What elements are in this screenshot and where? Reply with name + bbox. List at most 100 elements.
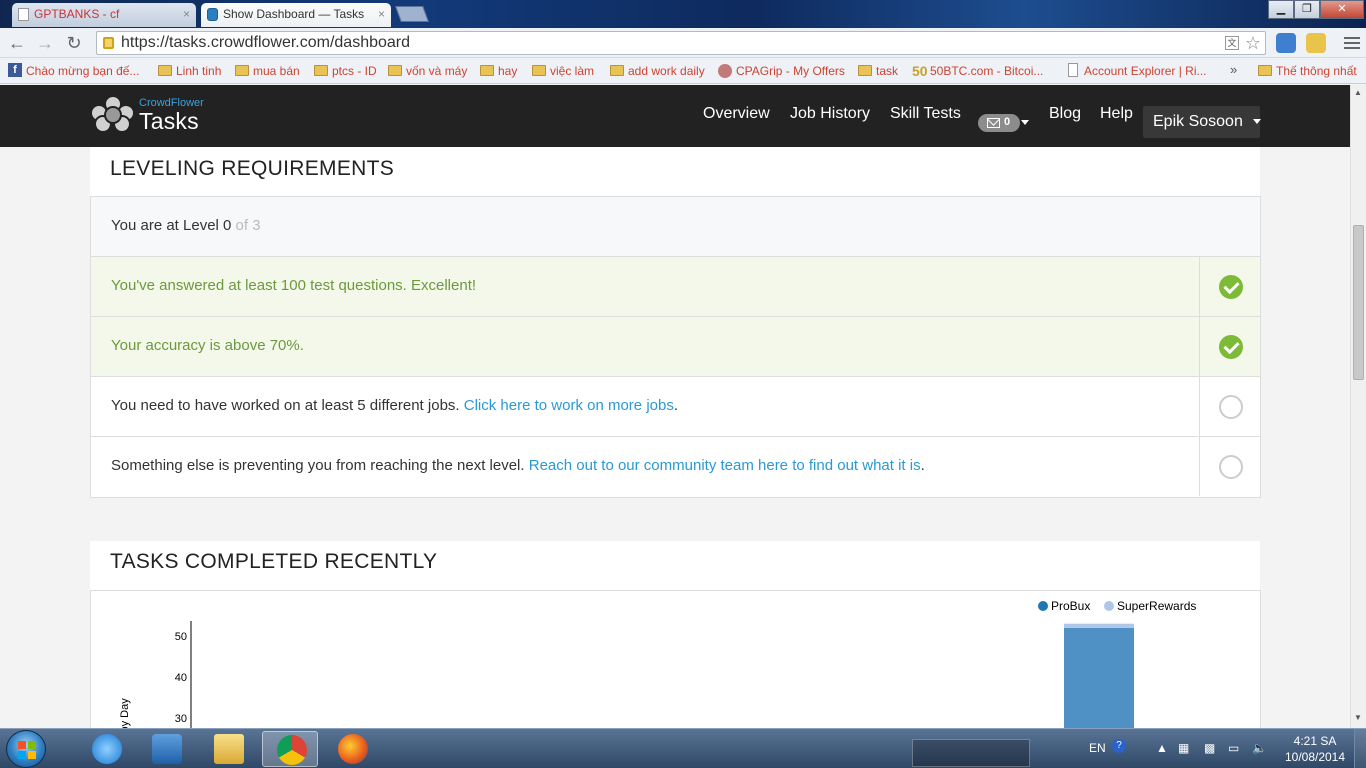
forward-arrow-icon[interactable]: →: [34, 32, 56, 54]
network-icon[interactable]: ▦: [1178, 741, 1189, 755]
clock-time: 4:21 SA: [1293, 734, 1337, 748]
folder-icon: [858, 65, 872, 76]
crowdflower-logo[interactable]: CrowdFlower Tasks: [90, 93, 230, 139]
device-icon[interactable]: ▩: [1204, 741, 1215, 755]
nav-skill-tests[interactable]: Skill Tests: [890, 105, 961, 123]
taskbar-chrome[interactable]: [262, 731, 318, 767]
taskbar-firefox[interactable]: [324, 731, 380, 767]
reload-icon[interactable]: ↻: [63, 32, 85, 54]
contact-community-team-link[interactable]: Reach out to our community team here to …: [529, 457, 921, 474]
address-bar[interactable]: https://tasks.crowdflower.com/dashboard …: [96, 31, 1266, 55]
volume-icon[interactable]: 🔈: [1252, 741, 1267, 755]
bookmarks-overflow-button[interactable]: »: [1230, 62, 1237, 77]
folder-icon: [235, 65, 249, 76]
legend-marker: [1104, 601, 1114, 611]
user-name: Epik Sosoon: [1153, 113, 1243, 130]
toolbar-widget[interactable]: [912, 739, 1030, 767]
fifty-icon: 50: [912, 63, 928, 79]
media-player-icon: [152, 734, 182, 764]
show-desktop-button[interactable]: [1354, 729, 1366, 768]
bookmark-item[interactable]: Linh tinh: [158, 62, 221, 80]
taskbar-file-explorer[interactable]: [200, 731, 256, 767]
maximize-button[interactable]: ❐: [1294, 0, 1320, 19]
system-clock[interactable]: 4:21 SA 10/08/2014: [1282, 733, 1348, 765]
translate-icon[interactable]: 文: [1225, 36, 1239, 50]
tab-close-icon[interactable]: ×: [183, 3, 190, 25]
scrollbar-thumb[interactable]: [1353, 225, 1364, 380]
minimize-button[interactable]: ▁: [1268, 0, 1294, 19]
display-icon[interactable]: ▭: [1228, 741, 1239, 755]
tab-close-icon[interactable]: ×: [378, 3, 385, 25]
nav-overview[interactable]: Overview: [703, 105, 770, 123]
bookmark-item[interactable]: hay: [480, 62, 517, 80]
folder-icon: [480, 65, 494, 76]
requirement-row: Something else is preventing you from re…: [91, 437, 1260, 497]
clock-date: 10/08/2014: [1284, 750, 1346, 764]
user-menu-button[interactable]: Epik Sosoon: [1143, 106, 1262, 138]
folder-icon: [610, 65, 624, 76]
bookmark-item[interactable]: vốn và máy: [388, 62, 467, 80]
windows-logo-icon: [18, 741, 36, 759]
browser-menu-icon[interactable]: [1344, 34, 1360, 50]
bookmark-item[interactable]: ptcs - ID: [314, 62, 377, 80]
messages-badge[interactable]: 0: [978, 114, 1020, 132]
bookmark-item[interactable]: add work daily: [610, 62, 705, 80]
requirement-text: Your accuracy is above 70%.: [111, 337, 304, 354]
nav-job-history[interactable]: Job History: [790, 105, 870, 123]
taskbar-internet-explorer[interactable]: [78, 731, 134, 767]
bookmark-item[interactable]: f Chào mừng bạn đế...: [8, 62, 139, 80]
envelope-icon: [987, 118, 1000, 128]
bookmark-item[interactable]: CPAGrip - My Offers: [718, 62, 845, 80]
page-scrollbar[interactable]: ▲ ▼: [1350, 85, 1366, 728]
facebook-icon: f: [8, 63, 22, 77]
bookmark-item[interactable]: mua bán: [235, 62, 300, 80]
bookmark-star-icon[interactable]: ☆: [1245, 32, 1261, 54]
folder-icon: [158, 65, 172, 76]
requirement-text: You've answered at least 100 test questi…: [111, 277, 477, 294]
crowdflower-favicon-icon: [207, 8, 218, 21]
leveling-header: LEVELING REQUIREMENTS: [90, 147, 1260, 196]
scroll-up-icon[interactable]: ▲: [1354, 88, 1362, 97]
requirement-text: Something else is preventing you from re…: [111, 457, 925, 474]
bookmark-item[interactable]: Thế thông nhất: [1258, 62, 1357, 80]
checkmark-icon: [1219, 335, 1243, 359]
bookmark-item[interactable]: việc làm: [532, 62, 594, 80]
requirement-row: You've answered at least 100 test questi…: [91, 257, 1260, 317]
browser-title-bar: GPTBANKS - cf × Show Dashboard — Tasks ×…: [0, 0, 1366, 28]
tray-expand-icon[interactable]: ▲: [1156, 741, 1168, 755]
firefox-icon: [338, 734, 368, 764]
language-indicator[interactable]: EN: [1089, 741, 1106, 755]
bar-probux: [1064, 627, 1134, 728]
leveling-requirements-table: You are at Level 0 of 3 You've answered …: [90, 196, 1261, 498]
bookmarks-bar: f Chào mừng bạn đế... Linh tinh mua bán p…: [0, 58, 1366, 84]
taskbar-media-player[interactable]: [138, 731, 194, 767]
tasks-chart: 30 40 50 Tasks by Day ProBux SuperRewards: [119, 599, 1196, 728]
new-tab-button[interactable]: [395, 6, 429, 22]
y-tick-label: 40: [175, 672, 187, 684]
bookmark-item[interactable]: Account Explorer | Ri...: [1066, 62, 1207, 80]
tab-label: Show Dashboard — Tasks: [223, 7, 365, 21]
work-more-jobs-link[interactable]: Click here to work on more jobs: [464, 397, 674, 414]
flower-logo-icon: [90, 95, 136, 133]
folder-icon: [214, 734, 244, 764]
close-window-button[interactable]: ✕: [1320, 0, 1364, 19]
folder-icon: [388, 65, 402, 76]
windows-taskbar: EN ? ▲ ▦ ▩ ▭ 🔈 4:21 SA 10/08/2014: [0, 728, 1366, 768]
nav-blog[interactable]: Blog: [1049, 105, 1081, 123]
folder-icon: [1258, 65, 1272, 76]
help-icon[interactable]: ?: [1112, 739, 1126, 753]
site-navbar: CrowdFlower Tasks Overview Job History S…: [0, 85, 1350, 147]
page-viewport: CrowdFlower Tasks Overview Job History S…: [0, 85, 1350, 728]
bookmark-item[interactable]: task: [858, 62, 898, 80]
extension-icon[interactable]: [1306, 33, 1326, 53]
start-button[interactable]: [6, 730, 46, 768]
nav-help[interactable]: Help: [1100, 105, 1133, 123]
browser-tab-dashboard[interactable]: Show Dashboard — Tasks ×: [201, 3, 391, 27]
messages-dropdown-caret-icon[interactable]: [1021, 120, 1029, 125]
browser-tab-gptbanks[interactable]: GPTBANKS - cf ×: [12, 3, 196, 27]
back-arrow-icon[interactable]: ←: [6, 32, 28, 54]
bookmark-item[interactable]: 50 50BTC.com - Bitcoi...: [912, 62, 1043, 80]
scroll-down-icon[interactable]: ▼: [1354, 713, 1362, 722]
extension-icon[interactable]: [1276, 33, 1296, 53]
y-axis-label: Tasks by Day: [119, 698, 131, 728]
